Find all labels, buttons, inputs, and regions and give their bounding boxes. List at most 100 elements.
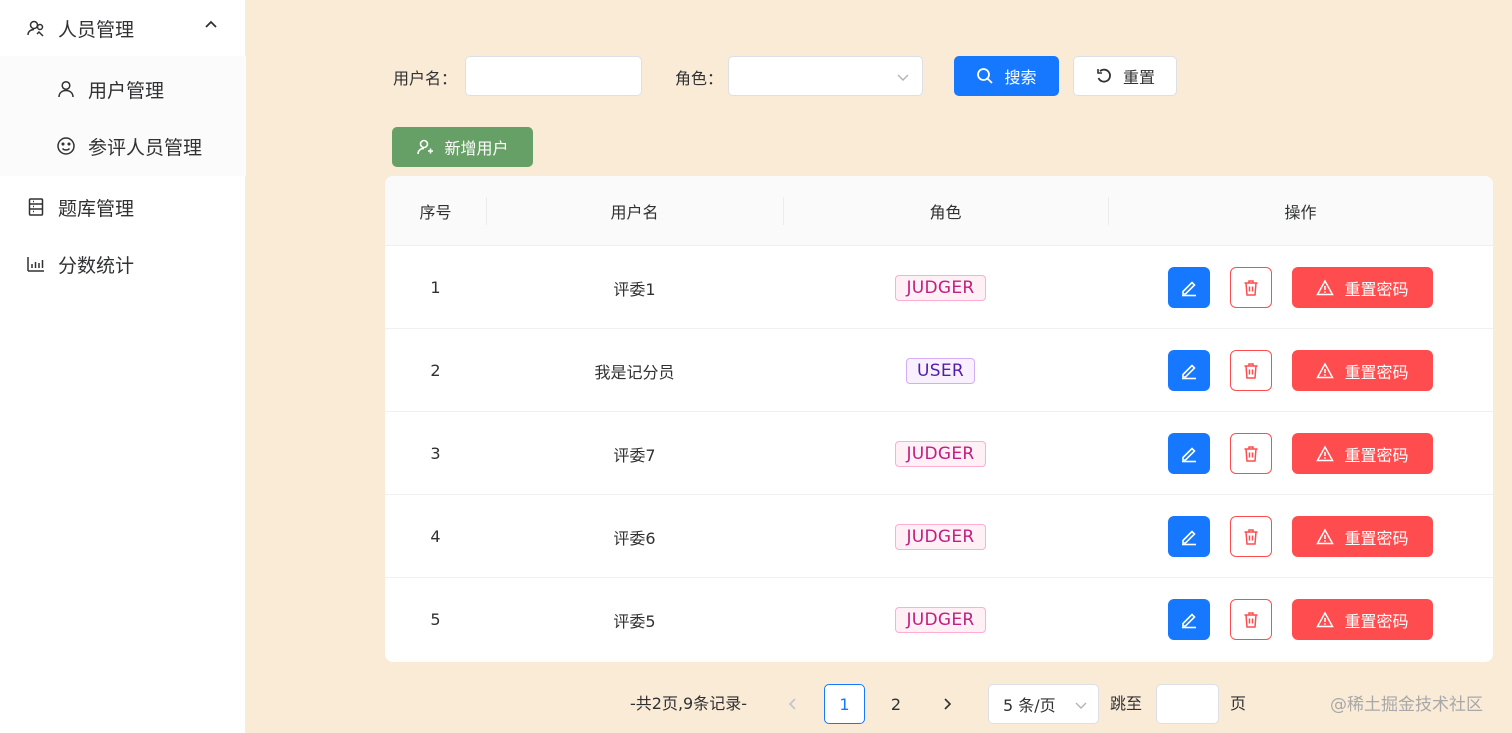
sidebar-item-label: 参评人员管理	[88, 136, 203, 159]
watermark: @稀土掘金技术社区	[1330, 695, 1483, 715]
warning-icon	[1316, 278, 1335, 295]
edit-icon	[1182, 446, 1196, 462]
chevron-left-icon	[788, 698, 796, 710]
page-suffix-label: 页	[1230, 694, 1247, 713]
trash-icon	[1244, 445, 1258, 462]
smile-icon	[56, 136, 76, 156]
table-row: 2 我是记分员 USER 重置密码	[385, 329, 1493, 412]
cell-role: JUDGER	[783, 412, 1098, 495]
reload-icon	[1097, 68, 1111, 83]
role-label: 角色：	[675, 69, 724, 88]
edit-button[interactable]	[1168, 599, 1210, 640]
sidebar-item-participant-management[interactable]: 参评人员管理	[0, 118, 246, 174]
sidebar-group-question-bank[interactable]: 题库管理	[0, 179, 246, 235]
edit-button[interactable]	[1168, 516, 1210, 557]
table-row: 5 评委5 JUDGER 重置密码	[385, 578, 1493, 661]
reset-password-label: 重置密码	[1344, 445, 1409, 465]
add-user-button-label: 新增用户	[444, 139, 509, 158]
warning-icon	[1316, 610, 1335, 627]
cell-username: 评委1	[613, 279, 656, 299]
trash-icon	[1244, 611, 1258, 628]
delete-button[interactable]	[1230, 267, 1272, 308]
chevron-up-icon[interactable]	[204, 18, 218, 32]
sidebar-item-user-management[interactable]: 用户管理	[0, 61, 246, 117]
cell-index: 1	[430, 278, 441, 297]
delete-button[interactable]	[1230, 350, 1272, 391]
page-size-value: 5 条/页	[1003, 696, 1056, 715]
cell-username: 评委5	[613, 611, 656, 631]
cell-index: 2	[430, 361, 441, 380]
role-select[interactable]	[728, 56, 923, 96]
reset-password-button[interactable]: 重置密码	[1292, 350, 1433, 391]
cell-username: 评委7	[613, 445, 656, 465]
table-header: 序号 用户名 角色 操作	[385, 176, 1493, 246]
sidebar: 人员管理 用户管理 参评人员管理 题库管理 分数统计	[0, 0, 246, 733]
sidebar-group-label: 题库管理	[58, 197, 135, 220]
reset-password-label: 重置密码	[1344, 611, 1409, 631]
cell-index: 4	[430, 527, 441, 546]
reset-password-button[interactable]: 重置密码	[1292, 267, 1433, 308]
jump-label: 跳至	[1110, 694, 1143, 713]
reset-button-label: 重置	[1122, 68, 1155, 87]
warning-icon	[1316, 527, 1335, 544]
username-label: 用户名：	[393, 69, 458, 88]
next-page-button[interactable]	[930, 684, 964, 724]
user-table: 序号 用户名 角色 操作 1 评委1 JUDGER 重置密码 2 我是记分员 U…	[385, 176, 1493, 662]
warning-icon	[1316, 444, 1335, 461]
sidebar-group-score-stats[interactable]: 分数统计	[0, 236, 246, 292]
add-user-button[interactable]: 新增用户	[392, 127, 533, 167]
column-header-username: 用户名	[610, 203, 659, 222]
delete-button[interactable]	[1230, 516, 1272, 557]
chevron-down-icon	[1075, 702, 1087, 709]
reset-password-button[interactable]: 重置密码	[1292, 433, 1433, 474]
column-header-actions: 操作	[1284, 203, 1317, 222]
reset-password-button[interactable]: 重置密码	[1292, 516, 1433, 557]
cell-role: USER	[783, 329, 1098, 412]
sidebar-group-personnel[interactable]: 人员管理	[0, 0, 246, 56]
reset-password-label: 重置密码	[1344, 279, 1409, 299]
page-size-select[interactable]: 5 条/页	[988, 684, 1099, 724]
username-input[interactable]	[465, 56, 642, 96]
reset-button[interactable]: 重置	[1073, 56, 1177, 96]
delete-button[interactable]	[1230, 433, 1272, 474]
edit-button[interactable]	[1168, 433, 1210, 474]
chevron-right-icon	[944, 698, 952, 710]
page-1-button[interactable]: 1	[824, 684, 865, 724]
cell-role: JUDGER	[783, 578, 1098, 661]
reset-password-label: 重置密码	[1344, 528, 1409, 548]
edit-button[interactable]	[1168, 350, 1210, 391]
role-tag: JUDGER	[895, 606, 986, 633]
edit-button[interactable]	[1168, 267, 1210, 308]
edit-icon	[1182, 363, 1196, 379]
cell-role: JUDGER	[783, 495, 1098, 578]
users-icon	[26, 18, 46, 38]
role-tag: JUDGER	[895, 523, 986, 550]
bar-chart-icon	[26, 254, 46, 274]
jump-page-input[interactable]	[1156, 684, 1219, 724]
trash-icon	[1244, 528, 1258, 545]
cell-role: JUDGER	[783, 246, 1098, 329]
trash-icon	[1244, 362, 1258, 379]
role-tag: JUDGER	[895, 440, 986, 467]
search-icon	[977, 68, 994, 84]
app-root: 人员管理 用户管理 参评人员管理 题库管理 分数统计 用户名： 角色： 搜索 重…	[0, 0, 1512, 733]
warning-icon	[1316, 361, 1335, 378]
add-user-icon	[417, 139, 434, 155]
delete-button[interactable]	[1230, 599, 1272, 640]
prev-page-button[interactable]	[778, 684, 808, 724]
column-header-index: 序号	[419, 203, 452, 222]
chevron-down-icon	[897, 74, 909, 81]
edit-icon	[1182, 612, 1196, 628]
sidebar-item-label: 用户管理	[88, 79, 165, 102]
search-button[interactable]: 搜索	[954, 56, 1059, 96]
role-tag: JUDGER	[895, 274, 986, 301]
role-tag: USER	[906, 357, 975, 384]
reset-password-button[interactable]: 重置密码	[1292, 599, 1433, 640]
trash-icon	[1244, 279, 1258, 296]
table-row: 1 评委1 JUDGER 重置密码	[385, 246, 1493, 329]
column-header-role: 角色	[929, 203, 962, 222]
user-icon	[56, 79, 76, 99]
table-row: 3 评委7 JUDGER 重置密码	[385, 412, 1493, 495]
page-2-button[interactable]: 2	[876, 684, 916, 724]
question-bank-icon	[26, 197, 46, 217]
